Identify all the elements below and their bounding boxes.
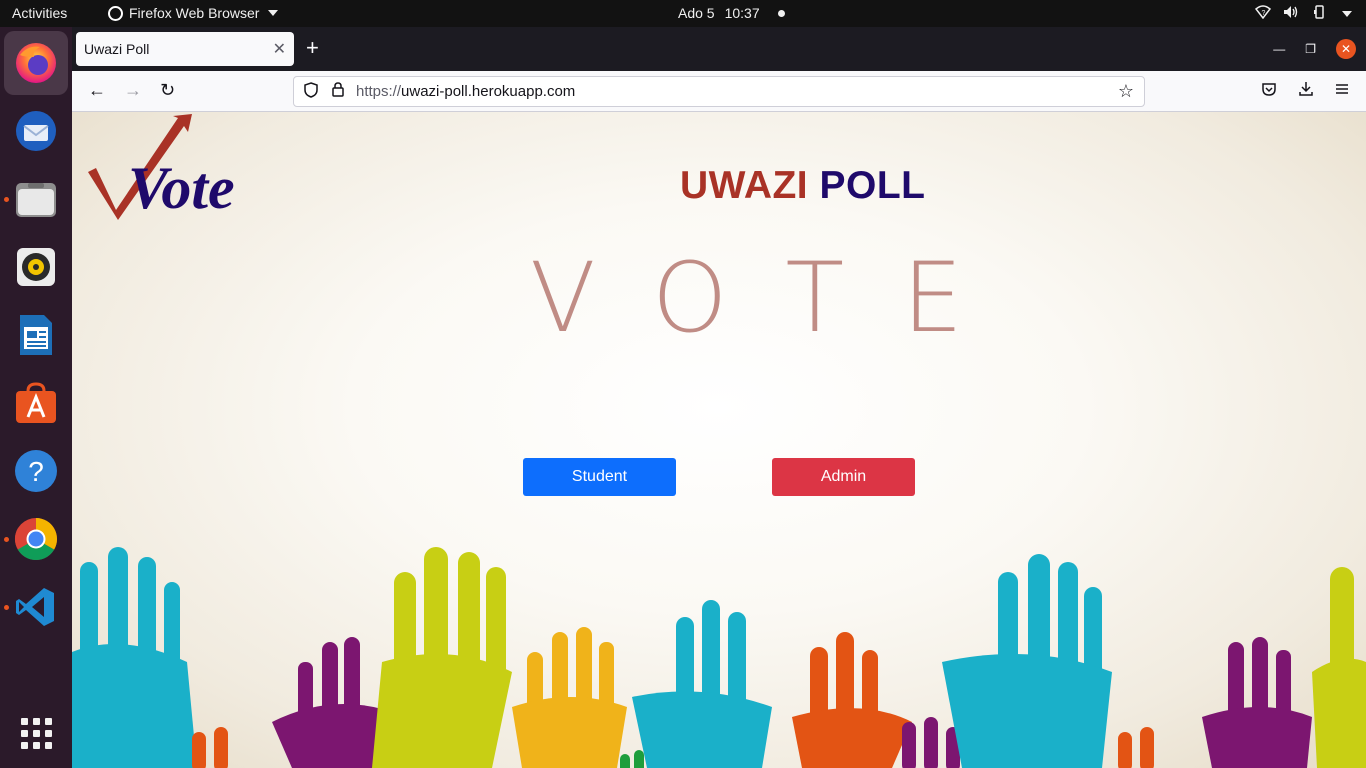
reload-button[interactable]: ↻ xyxy=(160,80,175,101)
downloads-icon[interactable] xyxy=(1298,81,1314,102)
dock-firefox[interactable] xyxy=(4,31,68,95)
vscode-icon xyxy=(16,588,54,626)
chevron-down-icon xyxy=(1342,10,1352,17)
vote-logo: Vote xyxy=(86,114,246,225)
volume-icon xyxy=(1283,5,1299,22)
files-icon xyxy=(16,183,56,217)
hamburger-menu-icon[interactable] xyxy=(1334,81,1350,102)
vote-banner: VOTE xyxy=(530,242,1021,354)
new-tab-button[interactable]: + xyxy=(306,35,319,61)
svg-text:?: ? xyxy=(28,456,44,487)
grid-icon xyxy=(20,717,52,749)
clock-date: Ado 5 xyxy=(678,5,715,21)
url-bar[interactable]: https:// uwazi-poll.herokuapp.com ☆ xyxy=(293,76,1145,107)
chrome-icon xyxy=(14,518,58,561)
dock-files[interactable] xyxy=(4,167,68,231)
close-icon[interactable]: ✕ xyxy=(273,39,286,59)
lock-icon[interactable] xyxy=(332,82,344,101)
forward-button[interactable]: → xyxy=(124,80,142,101)
logo-text: Vote xyxy=(128,155,235,220)
dock: ? xyxy=(0,27,72,768)
minimize-button[interactable]: — xyxy=(1273,42,1285,56)
software-store-icon xyxy=(16,382,56,423)
page-title: UWAZI POLL xyxy=(680,164,926,208)
clock-time: 10:37 xyxy=(724,5,760,21)
dock-chrome[interactable] xyxy=(4,507,68,571)
url-host: uwazi-poll.herokuapp.com xyxy=(401,83,576,100)
system-tray[interactable]: ? xyxy=(1254,4,1352,23)
title-uwazi: UWAZI xyxy=(680,164,809,207)
dock-vscode[interactable] xyxy=(4,575,68,639)
url-scheme: https:// xyxy=(356,83,402,100)
writer-icon xyxy=(20,315,52,355)
tab-strip: Uwazi Poll ✕ + — ❐ ✕ xyxy=(72,27,1366,71)
web-page: Vote UWAZI POLL VOTE Student Admin xyxy=(72,112,1366,768)
clock[interactable]: Ado 5 10:37 xyxy=(678,5,785,21)
dock-help[interactable]: ? xyxy=(4,439,68,503)
restore-button[interactable]: ❐ xyxy=(1305,42,1316,56)
navigation-toolbar: ← → ↻ https:// uwazi-poll.herokuapp.com … xyxy=(72,71,1366,112)
student-button[interactable]: Student xyxy=(523,458,676,496)
dock-thunderbird[interactable] xyxy=(4,99,68,163)
rhythmbox-icon xyxy=(17,248,55,286)
notification-dot xyxy=(777,9,785,17)
tab-uwazi-poll[interactable]: Uwazi Poll ✕ xyxy=(76,32,294,66)
system-top-bar: Activities Firefox Web Browser Ado 5 10:… xyxy=(0,0,1366,27)
title-poll: POLL xyxy=(819,164,926,207)
firefox-icon xyxy=(16,43,56,83)
dock-writer[interactable] xyxy=(4,303,68,367)
help-icon: ? xyxy=(15,450,57,492)
pocket-icon[interactable] xyxy=(1261,81,1277,102)
back-button[interactable]: ← xyxy=(88,80,106,101)
app-menu-label: Firefox Web Browser xyxy=(129,5,260,21)
dock-rhythmbox[interactable] xyxy=(4,235,68,299)
app-menu[interactable]: Firefox Web Browser xyxy=(108,5,279,21)
raised-hands-illustration xyxy=(72,547,1366,768)
admin-button[interactable]: Admin xyxy=(772,458,915,496)
wifi-icon: ? xyxy=(1254,5,1272,22)
show-applications-button[interactable] xyxy=(4,701,68,765)
shield-icon[interactable] xyxy=(304,82,318,101)
bookmark-star-icon[interactable]: ☆ xyxy=(1118,81,1134,102)
tab-title: Uwazi Poll xyxy=(84,41,150,57)
battery-icon xyxy=(1311,4,1327,23)
dock-ubuntu-software[interactable] xyxy=(4,371,68,435)
activities-button[interactable]: Activities xyxy=(12,5,67,21)
window-controls: — ❐ ✕ xyxy=(1273,39,1356,59)
firefox-icon xyxy=(108,5,123,21)
window-close-button[interactable]: ✕ xyxy=(1336,39,1356,59)
svg-text:?: ? xyxy=(1262,10,1266,17)
chevron-down-icon xyxy=(268,10,279,16)
thunderbird-icon xyxy=(16,111,56,151)
